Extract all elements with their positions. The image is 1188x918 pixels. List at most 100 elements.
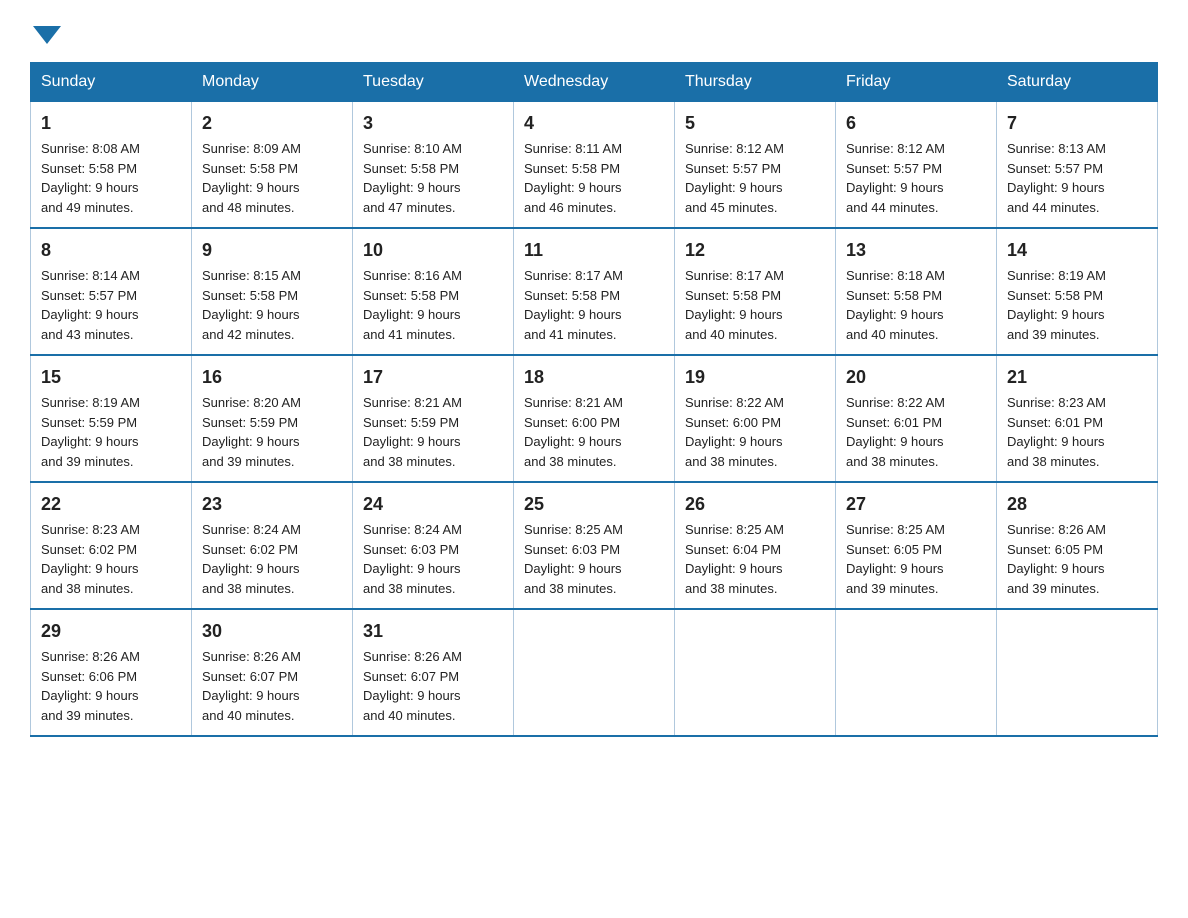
calendar-cell: 26Sunrise: 8:25 AMSunset: 6:04 PMDayligh… bbox=[675, 482, 836, 609]
week-row-2: 8Sunrise: 8:14 AMSunset: 5:57 PMDaylight… bbox=[31, 228, 1158, 355]
day-info: Sunrise: 8:26 AMSunset: 6:07 PMDaylight:… bbox=[363, 647, 503, 725]
calendar-cell: 6Sunrise: 8:12 AMSunset: 5:57 PMDaylight… bbox=[836, 102, 997, 229]
day-number: 31 bbox=[363, 618, 503, 645]
day-number: 26 bbox=[685, 491, 825, 518]
calendar-cell: 20Sunrise: 8:22 AMSunset: 6:01 PMDayligh… bbox=[836, 355, 997, 482]
day-number: 30 bbox=[202, 618, 342, 645]
day-number: 5 bbox=[685, 110, 825, 137]
day-number: 2 bbox=[202, 110, 342, 137]
calendar-cell bbox=[675, 609, 836, 736]
calendar-cell: 5Sunrise: 8:12 AMSunset: 5:57 PMDaylight… bbox=[675, 102, 836, 229]
col-header-friday: Friday bbox=[836, 63, 997, 102]
day-info: Sunrise: 8:24 AMSunset: 6:02 PMDaylight:… bbox=[202, 520, 342, 598]
calendar-table: SundayMondayTuesdayWednesdayThursdayFrid… bbox=[30, 62, 1158, 737]
day-info: Sunrise: 8:23 AMSunset: 6:01 PMDaylight:… bbox=[1007, 393, 1147, 471]
day-number: 17 bbox=[363, 364, 503, 391]
calendar-cell: 30Sunrise: 8:26 AMSunset: 6:07 PMDayligh… bbox=[192, 609, 353, 736]
col-header-thursday: Thursday bbox=[675, 63, 836, 102]
day-info: Sunrise: 8:11 AMSunset: 5:58 PMDaylight:… bbox=[524, 139, 664, 217]
calendar-cell: 15Sunrise: 8:19 AMSunset: 5:59 PMDayligh… bbox=[31, 355, 192, 482]
calendar-cell: 23Sunrise: 8:24 AMSunset: 6:02 PMDayligh… bbox=[192, 482, 353, 609]
calendar-cell: 22Sunrise: 8:23 AMSunset: 6:02 PMDayligh… bbox=[31, 482, 192, 609]
calendar-cell: 10Sunrise: 8:16 AMSunset: 5:58 PMDayligh… bbox=[353, 228, 514, 355]
day-info: Sunrise: 8:19 AMSunset: 5:59 PMDaylight:… bbox=[41, 393, 181, 471]
col-header-saturday: Saturday bbox=[997, 63, 1158, 102]
day-info: Sunrise: 8:12 AMSunset: 5:57 PMDaylight:… bbox=[685, 139, 825, 217]
calendar-cell: 27Sunrise: 8:25 AMSunset: 6:05 PMDayligh… bbox=[836, 482, 997, 609]
day-number: 23 bbox=[202, 491, 342, 518]
day-info: Sunrise: 8:20 AMSunset: 5:59 PMDaylight:… bbox=[202, 393, 342, 471]
day-info: Sunrise: 8:14 AMSunset: 5:57 PMDaylight:… bbox=[41, 266, 181, 344]
day-number: 1 bbox=[41, 110, 181, 137]
calendar-cell: 3Sunrise: 8:10 AMSunset: 5:58 PMDaylight… bbox=[353, 102, 514, 229]
calendar-cell: 1Sunrise: 8:08 AMSunset: 5:58 PMDaylight… bbox=[31, 102, 192, 229]
day-info: Sunrise: 8:08 AMSunset: 5:58 PMDaylight:… bbox=[41, 139, 181, 217]
day-info: Sunrise: 8:17 AMSunset: 5:58 PMDaylight:… bbox=[524, 266, 664, 344]
day-info: Sunrise: 8:13 AMSunset: 5:57 PMDaylight:… bbox=[1007, 139, 1147, 217]
day-number: 28 bbox=[1007, 491, 1147, 518]
calendar-cell: 31Sunrise: 8:26 AMSunset: 6:07 PMDayligh… bbox=[353, 609, 514, 736]
logo bbox=[30, 20, 61, 44]
calendar-cell: 21Sunrise: 8:23 AMSunset: 6:01 PMDayligh… bbox=[997, 355, 1158, 482]
day-info: Sunrise: 8:15 AMSunset: 5:58 PMDaylight:… bbox=[202, 266, 342, 344]
day-info: Sunrise: 8:26 AMSunset: 6:07 PMDaylight:… bbox=[202, 647, 342, 725]
day-number: 22 bbox=[41, 491, 181, 518]
col-header-tuesday: Tuesday bbox=[353, 63, 514, 102]
day-info: Sunrise: 8:26 AMSunset: 6:06 PMDaylight:… bbox=[41, 647, 181, 725]
calendar-cell: 14Sunrise: 8:19 AMSunset: 5:58 PMDayligh… bbox=[997, 228, 1158, 355]
calendar-cell: 28Sunrise: 8:26 AMSunset: 6:05 PMDayligh… bbox=[997, 482, 1158, 609]
day-number: 9 bbox=[202, 237, 342, 264]
day-number: 12 bbox=[685, 237, 825, 264]
calendar-cell: 18Sunrise: 8:21 AMSunset: 6:00 PMDayligh… bbox=[514, 355, 675, 482]
day-number: 8 bbox=[41, 237, 181, 264]
day-info: Sunrise: 8:25 AMSunset: 6:04 PMDaylight:… bbox=[685, 520, 825, 598]
day-number: 7 bbox=[1007, 110, 1147, 137]
day-number: 21 bbox=[1007, 364, 1147, 391]
day-info: Sunrise: 8:23 AMSunset: 6:02 PMDaylight:… bbox=[41, 520, 181, 598]
week-row-3: 15Sunrise: 8:19 AMSunset: 5:59 PMDayligh… bbox=[31, 355, 1158, 482]
calendar-cell bbox=[514, 609, 675, 736]
logo-arrow-icon bbox=[33, 26, 61, 44]
day-info: Sunrise: 8:16 AMSunset: 5:58 PMDaylight:… bbox=[363, 266, 503, 344]
calendar-cell: 2Sunrise: 8:09 AMSunset: 5:58 PMDaylight… bbox=[192, 102, 353, 229]
day-info: Sunrise: 8:22 AMSunset: 6:00 PMDaylight:… bbox=[685, 393, 825, 471]
calendar-cell: 29Sunrise: 8:26 AMSunset: 6:06 PMDayligh… bbox=[31, 609, 192, 736]
day-number: 14 bbox=[1007, 237, 1147, 264]
day-number: 11 bbox=[524, 237, 664, 264]
day-number: 6 bbox=[846, 110, 986, 137]
week-row-1: 1Sunrise: 8:08 AMSunset: 5:58 PMDaylight… bbox=[31, 102, 1158, 229]
day-info: Sunrise: 8:22 AMSunset: 6:01 PMDaylight:… bbox=[846, 393, 986, 471]
day-info: Sunrise: 8:24 AMSunset: 6:03 PMDaylight:… bbox=[363, 520, 503, 598]
day-number: 4 bbox=[524, 110, 664, 137]
calendar-cell: 8Sunrise: 8:14 AMSunset: 5:57 PMDaylight… bbox=[31, 228, 192, 355]
calendar-cell: 9Sunrise: 8:15 AMSunset: 5:58 PMDaylight… bbox=[192, 228, 353, 355]
day-number: 27 bbox=[846, 491, 986, 518]
day-number: 16 bbox=[202, 364, 342, 391]
calendar-cell: 7Sunrise: 8:13 AMSunset: 5:57 PMDaylight… bbox=[997, 102, 1158, 229]
day-number: 3 bbox=[363, 110, 503, 137]
header-row: SundayMondayTuesdayWednesdayThursdayFrid… bbox=[31, 63, 1158, 102]
calendar-cell: 16Sunrise: 8:20 AMSunset: 5:59 PMDayligh… bbox=[192, 355, 353, 482]
week-row-5: 29Sunrise: 8:26 AMSunset: 6:06 PMDayligh… bbox=[31, 609, 1158, 736]
week-row-4: 22Sunrise: 8:23 AMSunset: 6:02 PMDayligh… bbox=[31, 482, 1158, 609]
col-header-wednesday: Wednesday bbox=[514, 63, 675, 102]
day-info: Sunrise: 8:17 AMSunset: 5:58 PMDaylight:… bbox=[685, 266, 825, 344]
day-info: Sunrise: 8:18 AMSunset: 5:58 PMDaylight:… bbox=[846, 266, 986, 344]
day-number: 19 bbox=[685, 364, 825, 391]
calendar-cell: 4Sunrise: 8:11 AMSunset: 5:58 PMDaylight… bbox=[514, 102, 675, 229]
day-number: 15 bbox=[41, 364, 181, 391]
page-header bbox=[30, 20, 1158, 44]
day-number: 18 bbox=[524, 364, 664, 391]
calendar-cell: 12Sunrise: 8:17 AMSunset: 5:58 PMDayligh… bbox=[675, 228, 836, 355]
col-header-sunday: Sunday bbox=[31, 63, 192, 102]
day-number: 24 bbox=[363, 491, 503, 518]
day-info: Sunrise: 8:26 AMSunset: 6:05 PMDaylight:… bbox=[1007, 520, 1147, 598]
day-info: Sunrise: 8:19 AMSunset: 5:58 PMDaylight:… bbox=[1007, 266, 1147, 344]
calendar-cell bbox=[997, 609, 1158, 736]
day-number: 10 bbox=[363, 237, 503, 264]
day-info: Sunrise: 8:10 AMSunset: 5:58 PMDaylight:… bbox=[363, 139, 503, 217]
day-number: 20 bbox=[846, 364, 986, 391]
calendar-cell: 19Sunrise: 8:22 AMSunset: 6:00 PMDayligh… bbox=[675, 355, 836, 482]
day-info: Sunrise: 8:09 AMSunset: 5:58 PMDaylight:… bbox=[202, 139, 342, 217]
day-info: Sunrise: 8:21 AMSunset: 6:00 PMDaylight:… bbox=[524, 393, 664, 471]
